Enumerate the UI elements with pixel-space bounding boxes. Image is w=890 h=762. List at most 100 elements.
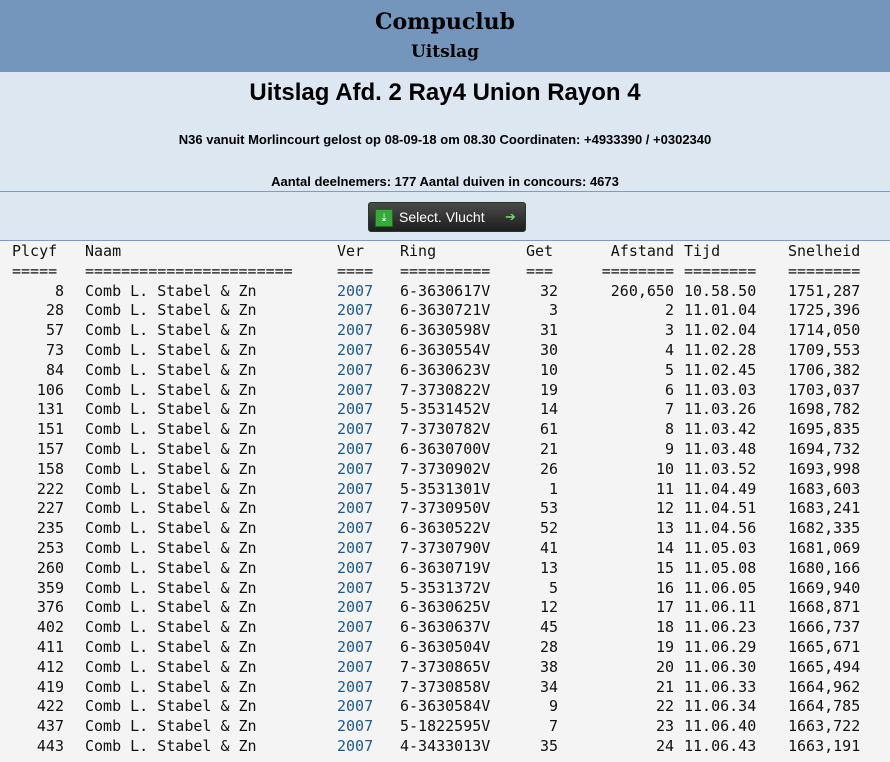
cell-ver-link[interactable]: 2007	[337, 420, 373, 440]
cell-ver-link[interactable]: 2007	[337, 539, 373, 559]
cell-snelheid: 1666,737	[788, 618, 861, 637]
cell-ver-link[interactable]: 2007	[337, 460, 373, 480]
cell-ver-link[interactable]: 2007	[337, 341, 373, 361]
cell-ver-link[interactable]: 2007	[337, 658, 373, 678]
cell-afstand: 4	[664, 340, 674, 359]
cell-name: Comb L. Stabel & Zn	[85, 400, 257, 419]
cell-ver-link[interactable]: 2007	[337, 697, 373, 717]
cell-tijd: 11.02.28	[684, 340, 757, 359]
cell-ring: 6-3630623V	[400, 360, 491, 379]
cell-place: 8	[54, 281, 64, 300]
cell-get: 28	[539, 637, 558, 656]
col-header-plcyf: Plcyf	[12, 242, 58, 260]
cell-tijd: 11.02.04	[684, 321, 757, 340]
page-subtitle: Uitslag	[410, 42, 480, 62]
cell-ver-link[interactable]: 2007	[337, 480, 373, 500]
cell-afstand: 10	[655, 459, 674, 478]
col-header-afstand: Afstand	[610, 242, 674, 260]
cell-get: 7	[548, 717, 558, 736]
table-row: 8 Comb L. Stabel & Zn 2007 6-3630617V 32 260,…	[0, 282, 890, 302]
cell-ring: 6-3630625V	[400, 598, 491, 617]
cell-ver-link[interactable]: 2007	[337, 321, 373, 341]
cell-ver-link[interactable]: 2007	[337, 282, 373, 302]
cell-place: 419	[36, 677, 64, 696]
cell-place: 253	[36, 538, 64, 557]
cell-name: Comb L. Stabel & Zn	[85, 380, 257, 399]
col-underline: ==========	[400, 261, 491, 280]
cell-place: 57	[45, 321, 64, 340]
cell-afstand: 9	[664, 439, 674, 458]
cell-afstand: 3	[664, 321, 674, 340]
cell-ver-link[interactable]: 2007	[337, 559, 373, 579]
cell-ver-link[interactable]: 2007	[337, 499, 373, 519]
cell-afstand: 19	[655, 637, 674, 656]
select-bar: ⤓ Select. Vlucht ➔	[0, 192, 890, 241]
cell-get: 13	[539, 558, 558, 577]
cell-ring: 6-3630637V	[400, 618, 491, 637]
cell-tijd: 11.01.04	[684, 301, 757, 320]
cell-snelheid: 1663,722	[788, 717, 861, 736]
cell-ver-link[interactable]: 2007	[337, 678, 373, 698]
cell-tijd: 11.03.03	[684, 380, 757, 399]
cell-ring: 6-3630617V	[400, 281, 491, 300]
cell-name: Comb L. Stabel & Zn	[85, 301, 257, 320]
cell-ver-link[interactable]: 2007	[337, 381, 373, 401]
cell-place: 411	[36, 637, 64, 656]
cell-name: Comb L. Stabel & Zn	[85, 281, 257, 300]
race-info-panel: Uitslag Afd. 2 Ray4 Union Rayon 4 N36 va…	[0, 72, 890, 192]
cell-place: 84	[45, 360, 64, 379]
cell-place: 157	[36, 439, 64, 458]
cell-tijd: 11.06.33	[684, 677, 757, 696]
table-row: 437 Comb L. Stabel & Zn 2007 5-1822595V 7 23 1…	[0, 717, 890, 737]
col-header-ring: Ring	[400, 242, 437, 260]
table-row: 131 Comb L. Stabel & Zn 2007 5-3531452V 14 7 1…	[0, 400, 890, 420]
cell-ver-link[interactable]: 2007	[337, 717, 373, 737]
cell-snelheid: 1663,191	[788, 736, 861, 755]
cell-afstand: 20	[655, 657, 674, 676]
cell-ver-link[interactable]: 2007	[337, 618, 373, 638]
cell-place: 235	[36, 519, 64, 538]
cell-ver-link[interactable]: 2007	[337, 519, 373, 539]
cell-name: Comb L. Stabel & Zn	[85, 598, 257, 617]
cell-afstand: 12	[655, 499, 674, 518]
col-underline: ========	[788, 261, 861, 280]
cell-place: 422	[36, 697, 64, 716]
table-row: 157 Comb L. Stabel & Zn 2007 6-3630700V 21 9 1…	[0, 440, 890, 460]
cell-ver-link[interactable]: 2007	[337, 440, 373, 460]
cell-ring: 7-3730822V	[400, 380, 491, 399]
cell-ring: 6-3630504V	[400, 637, 491, 656]
cell-name: Comb L. Stabel & Zn	[85, 618, 257, 637]
cell-name: Comb L. Stabel & Zn	[85, 578, 257, 597]
cell-name: Comb L. Stabel & Zn	[85, 499, 257, 518]
cell-name: Comb L. Stabel & Zn	[85, 697, 257, 716]
cell-tijd: 11.06.11	[684, 598, 757, 617]
cell-ver-link[interactable]: 2007	[337, 400, 373, 420]
select-flight-button[interactable]: ⤓ Select. Vlucht ➔	[368, 202, 526, 232]
cell-ver-link[interactable]: 2007	[337, 301, 373, 321]
cell-ver-link[interactable]: 2007	[337, 737, 373, 757]
cell-ring: 7-3730865V	[400, 657, 491, 676]
table-row: 411 Comb L. Stabel & Zn 2007 6-3630504V 28 19…	[0, 638, 890, 658]
cell-get: 31	[539, 321, 558, 340]
cell-afstand: 17	[655, 598, 674, 617]
cell-get: 26	[539, 459, 558, 478]
cell-ver-link[interactable]: 2007	[337, 579, 373, 599]
col-underline: ========	[684, 261, 757, 280]
cell-ver-link[interactable]: 2007	[337, 598, 373, 618]
table-row: 84 Comb L. Stabel & Zn 2007 6-3630623V 10 5 11…	[0, 361, 890, 381]
cell-afstand: 21	[655, 677, 674, 696]
cell-afstand: 15	[655, 558, 674, 577]
cell-snelheid: 1680,166	[788, 558, 861, 577]
cell-get: 19	[539, 380, 558, 399]
cell-get: 30	[539, 340, 558, 359]
cell-ring: 6-3630554V	[400, 340, 491, 359]
cell-ver-link[interactable]: 2007	[337, 361, 373, 381]
cell-tijd: 11.05.03	[684, 538, 757, 557]
cell-get: 3	[548, 301, 558, 320]
cell-snelheid: 1665,494	[788, 657, 861, 676]
table-row: 235 Comb L. Stabel & Zn 2007 6-3630522V 52 13…	[0, 519, 890, 539]
cell-ver-link[interactable]: 2007	[337, 638, 373, 658]
cell-snelheid: 1693,998	[788, 459, 861, 478]
results-table: Plcyf Naam Ver Ring Get Afstand Tijd Sne…	[0, 242, 890, 757]
col-underline: ====	[337, 261, 374, 280]
